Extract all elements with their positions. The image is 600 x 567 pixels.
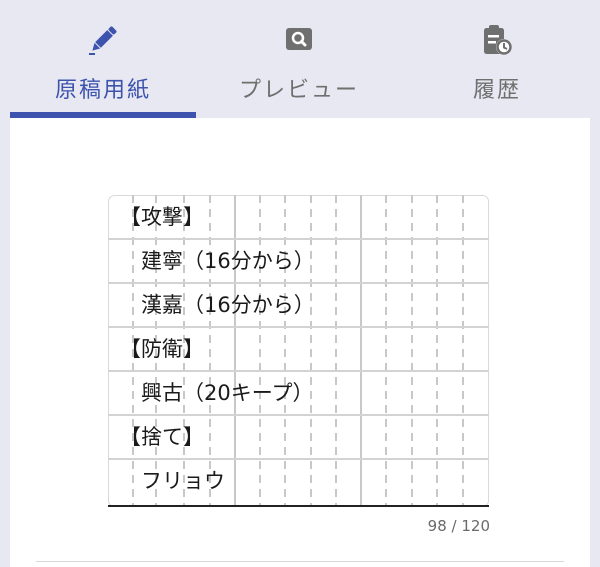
manuscript-grid[interactable]: 【攻撃】 建寧（16分から） 漢嘉（16分から） 【防衛】 興古（20キープ） …: [108, 195, 489, 507]
frame-left: [0, 0, 10, 567]
character-count: 98: [427, 517, 447, 535]
character-counter: 98 / 120: [380, 517, 490, 535]
search-icon: [286, 28, 312, 50]
manuscript-line: 【防衛】: [120, 337, 204, 361]
tab-history[interactable]: 履歴: [404, 0, 590, 118]
manuscript-line: 興古（20キープ）: [120, 381, 314, 405]
counter-separator: /: [446, 517, 462, 535]
tab-manuscript-label: 原稿用紙: [54, 78, 151, 103]
manuscript-line: 漢嘉（16分から）: [120, 293, 315, 317]
manuscript-line: 建寧（16分から）: [120, 249, 315, 273]
manuscript-line: 【攻撃】: [120, 205, 204, 229]
tab-history-label: 履歴: [472, 78, 521, 103]
character-limit: 120: [461, 517, 490, 535]
manuscript-line: 【捨て】: [120, 425, 204, 449]
manuscript-bottom-rule: [108, 505, 489, 507]
tab-manuscript[interactable]: 原稿用紙: [10, 0, 196, 118]
divider: [36, 561, 564, 562]
tab-preview-label: プレビュー: [238, 78, 359, 103]
active-tab-indicator: [10, 112, 196, 118]
manuscript-line: フリョウ: [120, 469, 225, 493]
tab-preview[interactable]: プレビュー: [206, 0, 392, 118]
pencil-icon: [89, 26, 117, 55]
clipboard-clock-icon: [484, 25, 512, 55]
tab-bar: 原稿用紙 プレビュー 履歴: [10, 0, 590, 118]
frame-right: [590, 0, 600, 567]
